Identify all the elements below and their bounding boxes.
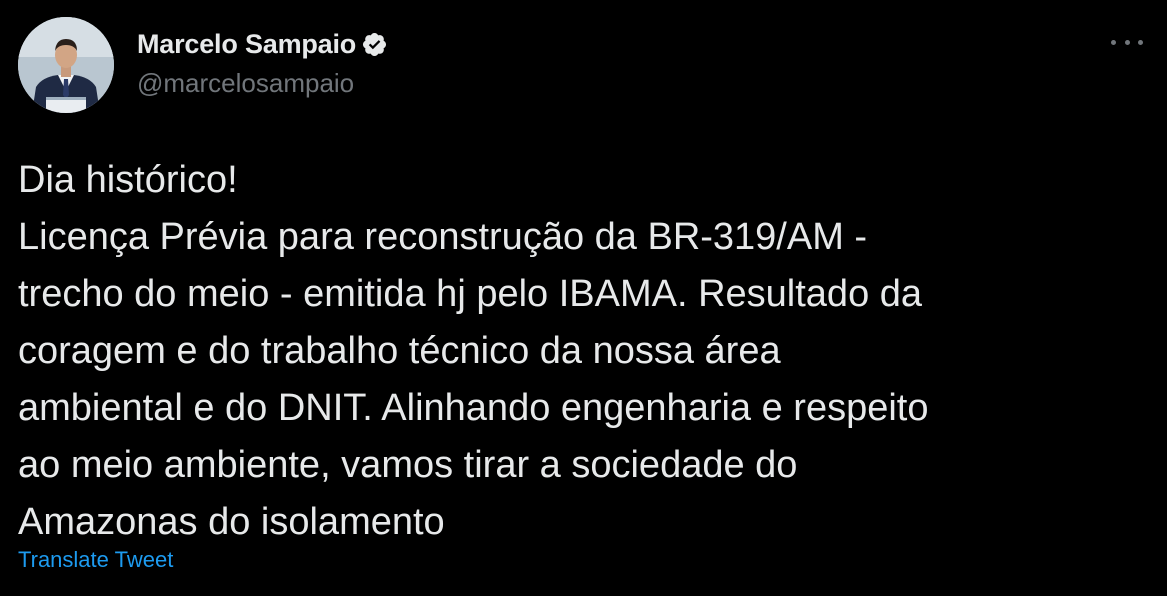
tweet-card: Marcelo Sampaio @marcelosampaio Dia hist… [0,0,1167,596]
author-block: Marcelo Sampaio @marcelosampaio [137,28,388,99]
author-name-row: Marcelo Sampaio [137,28,388,60]
more-dot [1138,39,1143,45]
translate-tweet-link[interactable]: Translate Tweet [18,547,173,573]
author-handle[interactable]: @marcelosampaio [137,68,388,99]
avatar-photo-icon [18,17,114,113]
tweet-text-line: trecho do meio - emitida hj pelo IBAMA. … [18,273,923,315]
tweet-text-line: ambiental e do DNIT. Alinhando engenhari… [18,387,929,429]
tweet-text-line: Licença Prévia para reconstrução da BR-3… [18,216,868,258]
author-name[interactable]: Marcelo Sampaio [137,29,356,60]
avatar[interactable] [18,17,114,113]
verified-badge-icon [361,31,388,58]
more-dot [1111,39,1116,45]
more-options-icon[interactable] [1109,30,1145,54]
tweet-text-line: Dia histórico! [18,159,238,201]
tweet-text-line: ao meio ambiente, vamos tirar a sociedad… [18,444,798,486]
more-dot [1124,39,1130,45]
tweet-text-line: Amazonas do isolamento [18,501,445,543]
tweet-text: Dia histórico! Licença Prévia para recon… [18,152,1148,551]
tweet-text-line: coragem e do trabalho técnico da nossa á… [18,330,781,372]
